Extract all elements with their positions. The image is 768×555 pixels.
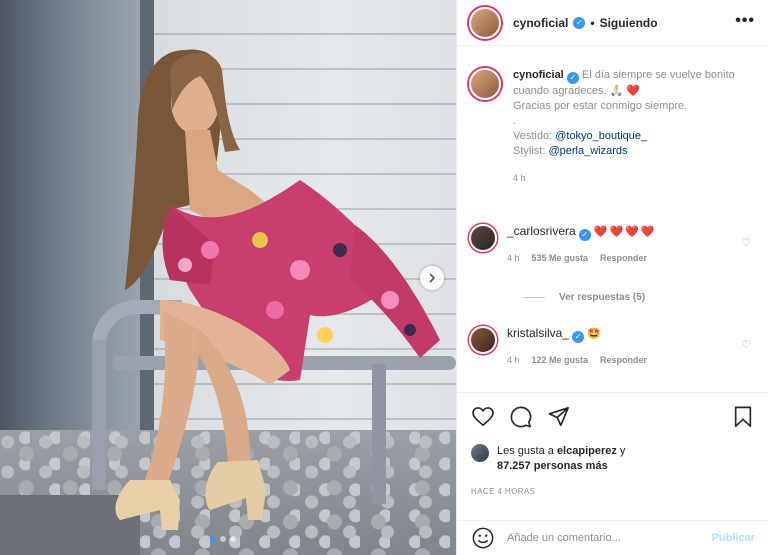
carousel-dot [220, 536, 226, 542]
caption-author-avatar[interactable] [469, 68, 501, 100]
like-heart-icon[interactable] [471, 405, 495, 429]
caption-time: 4 h [513, 172, 526, 183]
emoji-smiley-icon[interactable] [471, 526, 495, 550]
stylist-label: Stylist: [513, 144, 549, 157]
instagram-post: cynoficial ✓ • Siguiendo ••• cynoficial … [0, 0, 768, 555]
post-photo[interactable] [0, 0, 456, 555]
verified-badge-icon: ✓ [573, 16, 586, 29]
carousel-dot [210, 536, 216, 542]
comment-text: ❤️❤️❤️❤️ [593, 226, 657, 238]
carousel-dot [230, 536, 236, 542]
post-timestamp[interactable]: HACE 4 HORAS [471, 487, 535, 496]
view-replies-label: Ver respuestas (5) [559, 292, 646, 303]
liker-username[interactable]: elcapiperez [557, 445, 617, 457]
share-paper-plane-icon[interactable] [547, 405, 571, 429]
comment-time: 4 h [507, 354, 520, 365]
caption-line-2: Gracias por estar conmigo siempre. [513, 99, 688, 112]
likes-count[interactable]: 87.257 personas más [497, 460, 608, 472]
author-avatar[interactable] [469, 6, 501, 39]
dress-mention-link[interactable]: @tokyo_boutique_ [555, 130, 647, 142]
commenter-avatar[interactable] [469, 326, 497, 354]
caption-username[interactable]: cynoficial [513, 69, 564, 81]
add-comment-bar: Publicar [457, 520, 768, 555]
comment-text: 🤩 [587, 328, 601, 340]
likes-summary: Les gusta a elcapiperez y 87.257 persona… [471, 444, 625, 474]
comment-bubble-icon[interactable] [509, 405, 533, 429]
comment-item: kristalsilva_ ✓ 🤩 4 h 122 Me gusta Respo… [469, 326, 759, 365]
comment-like-icon[interactable]: ♡ [741, 236, 751, 249]
commenter-username[interactable]: kristalsilva_ [507, 326, 569, 340]
save-bookmark-icon[interactable] [731, 405, 755, 429]
commenter-username[interactable]: _carlosrivera [507, 224, 576, 238]
commenter-avatar[interactable] [469, 224, 497, 252]
action-bar [457, 392, 768, 429]
carousel-next-arrow[interactable] [420, 266, 444, 290]
liker-avatar[interactable] [471, 444, 489, 462]
comment-likes[interactable]: 535 Me gusta [532, 253, 589, 263]
comment-like-icon[interactable]: ♡ [741, 338, 751, 351]
dress-label: Vestido: [513, 129, 556, 142]
publish-button[interactable]: Publicar [712, 532, 755, 544]
verified-badge-icon: ✓ [566, 71, 579, 84]
post-header: cynoficial ✓ • Siguiendo ••• [457, 0, 768, 46]
verified-badge-icon: ✓ [572, 330, 585, 343]
post-caption: cynoficial ✓ El día siempre se vuelve bo… [469, 68, 759, 186]
photo-woman [115, 49, 440, 530]
post-side-panel: cynoficial ✓ • Siguiendo ••• cynoficial … [456, 0, 768, 555]
comment-time: 4 h [507, 252, 520, 263]
comment-reply-button[interactable]: Responder [600, 355, 647, 365]
header-separator: • [590, 15, 595, 30]
comment-reply-button[interactable]: Responder [600, 253, 647, 263]
caption-line-3: . [513, 114, 517, 127]
following-button[interactable]: Siguiendo [600, 16, 658, 30]
comment-likes[interactable]: 122 Me gusta [532, 355, 589, 365]
carousel-indicator [210, 536, 236, 542]
comment-item: _carlosrivera ✓ ❤️❤️❤️❤️ 4 h 535 Me gust… [469, 224, 759, 263]
author-username[interactable]: cynoficial [513, 16, 568, 30]
more-options-icon[interactable]: ••• [735, 12, 755, 30]
comment-input[interactable] [507, 532, 700, 544]
view-replies-button[interactable]: Ver respuestas (5) [523, 292, 645, 303]
likes-prefix: Les gusta a [497, 445, 557, 457]
verified-badge-icon: ✓ [578, 228, 591, 241]
likes-middle: y [616, 445, 626, 457]
stylist-mention-link[interactable]: @perla_wizards [548, 145, 627, 157]
